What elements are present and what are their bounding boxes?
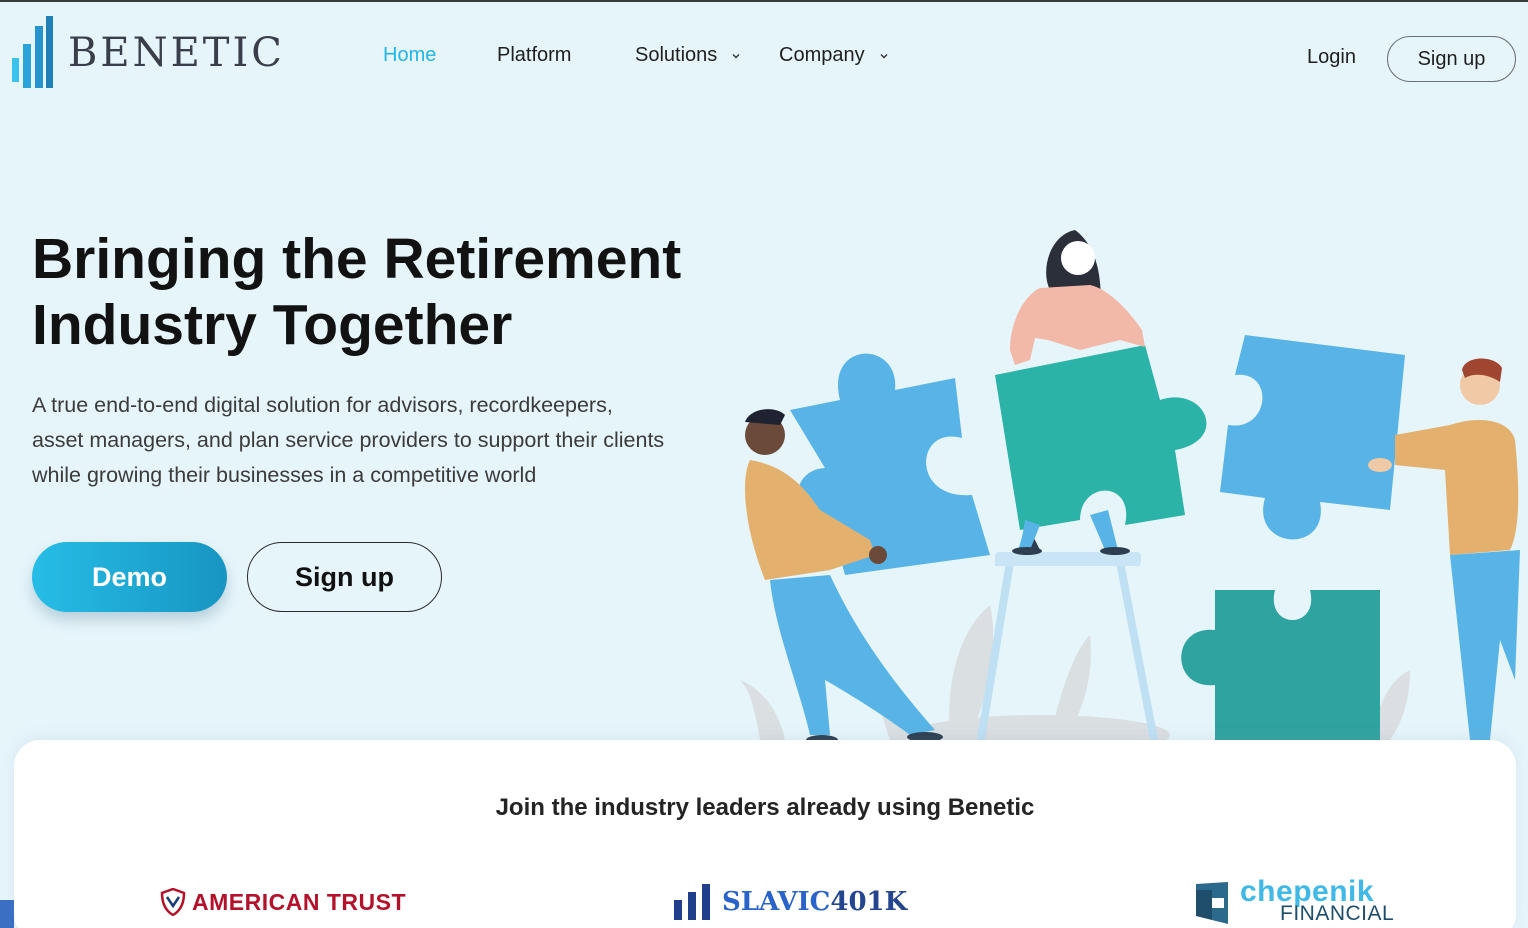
header-signup-button[interactable]: Sign up: [1387, 36, 1516, 82]
hero-subtitle-line-3: while growing their businesses in a comp…: [32, 463, 537, 487]
hero-title-line-2: Industry Together: [32, 293, 513, 357]
partner-slavic401k: SLAVIC 401K: [674, 882, 907, 922]
partner-american-trust-name: AMERICAN TRUST: [192, 888, 406, 915]
chevron-down-icon: [732, 53, 740, 58]
login-link[interactable]: Login: [1307, 46, 1356, 69]
nav-company[interactable]: Company: [779, 44, 889, 67]
chevron-down-icon: [880, 53, 888, 58]
puzzle-piece-teal-center: [995, 345, 1207, 530]
partner-chepenik-subname: FINANCIAL: [1280, 902, 1395, 925]
nav-platform-label: Platform: [497, 44, 572, 66]
hero-title: Bringing the Retirement Industry Togethe…: [32, 226, 732, 358]
partner-american-trust: AMERICAN TRUST: [160, 888, 406, 916]
nav-solutions-label: Solutions: [635, 44, 718, 66]
demo-button[interactable]: Demo: [32, 542, 227, 612]
top-border: [0, 0, 1528, 2]
partners-card: Join the industry leaders already using …: [14, 740, 1516, 928]
team-assembling-puzzle-illustration: [740, 230, 1520, 750]
nav-platform[interactable]: Platform: [497, 44, 571, 67]
shield-logo-icon: [160, 888, 186, 916]
nav-solutions[interactable]: Solutions: [635, 44, 741, 67]
hero-subtitle-line-2: asset managers, and plan service provide…: [32, 428, 665, 452]
nav-home[interactable]: Home: [383, 44, 436, 67]
door-logo-icon: [1196, 882, 1228, 924]
hero-title-line-1: Bringing the Retirement: [32, 227, 682, 291]
partner-slavic-name: SLAVIC: [722, 887, 831, 917]
partner-chepenik-financial: chepenik FINANCIAL: [1194, 875, 1395, 926]
partner-slavic-number: 401K: [830, 887, 908, 917]
partners-heading: Join the industry leaders already using …: [495, 794, 1035, 821]
puzzle-piece-teal-bottom: [1181, 590, 1380, 745]
edge-stripe: [0, 900, 14, 928]
partner-chepenik-name: chepenik: [1240, 875, 1375, 908]
partner-chepenik-wordmark: chepenik FINANCIAL: [1240, 875, 1395, 925]
hero-subtitle-line-1: A true end-to-end digital solution for a…: [32, 393, 613, 417]
hero-subtitle: A true end-to-end digital solution for a…: [32, 388, 712, 493]
nav-company-label: Company: [779, 44, 865, 66]
main-nav: Home Platform Solutions Company: [0, 44, 1528, 74]
hero-signup-button[interactable]: Sign up: [247, 542, 442, 612]
nav-home-label: Home: [383, 44, 437, 66]
bars-logo-icon: [674, 884, 710, 920]
puzzle-piece-blue-right: [1220, 335, 1405, 540]
